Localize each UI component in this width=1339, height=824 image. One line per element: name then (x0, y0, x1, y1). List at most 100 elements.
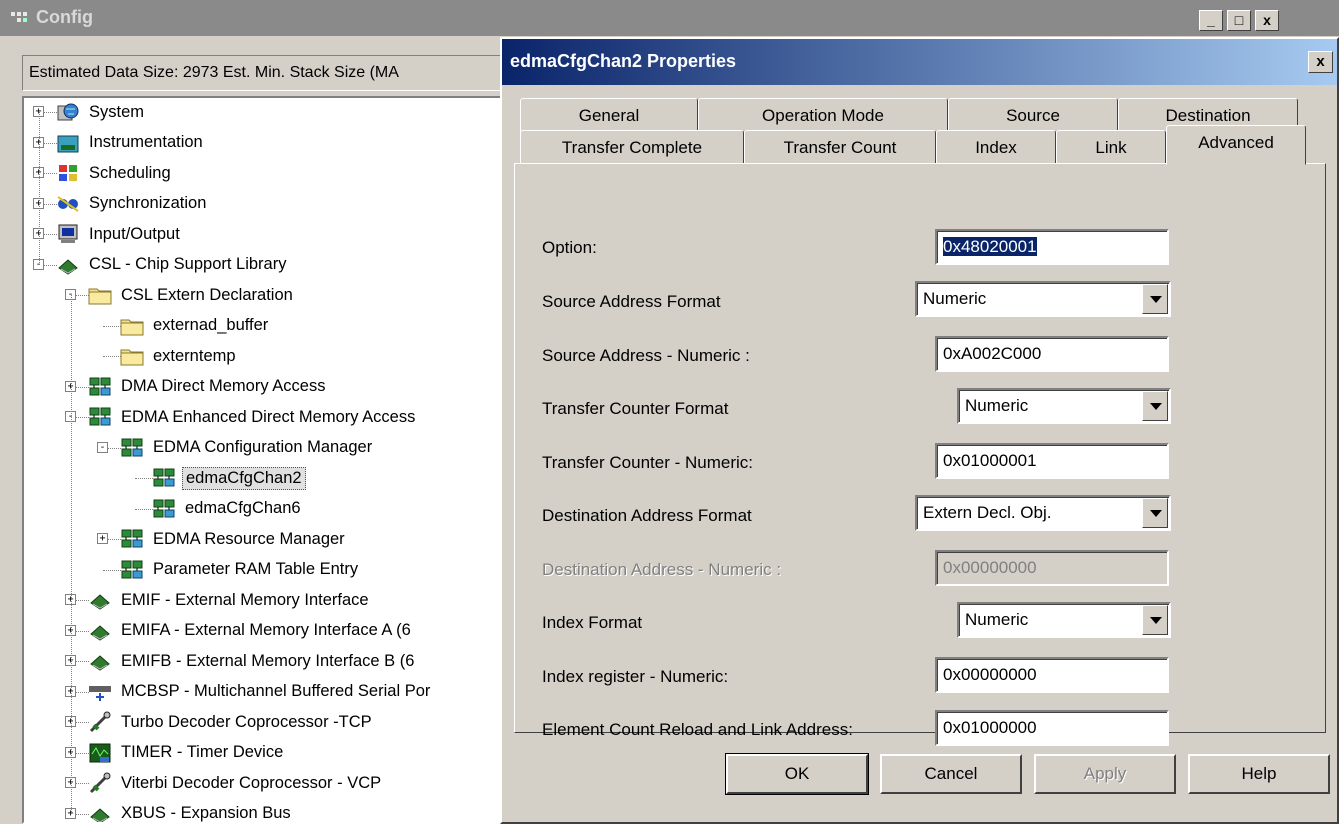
chevron-down-icon[interactable] (1142, 498, 1168, 528)
chevron-down-icon[interactable] (1142, 391, 1168, 421)
source-address-numeric-label: Source Address - Numeric : (542, 346, 750, 365)
destination-address-format-select[interactable]: Extern Decl. Obj. (915, 495, 1171, 531)
tree-item[interactable]: EDMA Configuration Manager (120, 434, 375, 462)
tree-item[interactable]: CSL Extern Declaration (88, 281, 296, 309)
tree-item-label: Scheduling (89, 163, 171, 182)
tree-item-label: externtemp (153, 346, 236, 365)
tree-connector (135, 508, 153, 510)
tree-item[interactable]: XBUS - Expansion Bus (88, 800, 294, 822)
module-icon (88, 406, 112, 428)
expand-icon[interactable]: + (97, 533, 108, 544)
tree-item[interactable]: externad_buffer (120, 312, 271, 340)
tree-item[interactable]: Scheduling (56, 159, 174, 187)
index-register-numeric-label: Index register - Numeric: (542, 667, 729, 686)
tree-item[interactable]: EMIF - External Memory Interface (88, 586, 372, 614)
tree-item[interactable]: Input/Output (56, 220, 183, 248)
chip-icon (88, 620, 112, 642)
tab-operation-mode[interactable]: Operation Mode (698, 98, 948, 134)
dialog-title-bar[interactable]: edmaCfgChan2 Properties x (502, 39, 1337, 85)
tree-item-label: edmaCfgChan6 (185, 499, 301, 517)
transfer-counter-format-label: Transfer Counter Format (542, 399, 729, 418)
config-title-bar[interactable]: Config _ □ x (0, 0, 1339, 36)
source-address-format-label: Source Address Format (542, 292, 721, 311)
config-app-icon (11, 12, 27, 22)
tree-item[interactable]: EMIFA - External Memory Interface A (6 (88, 617, 414, 645)
tree-item-label: EDMA Enhanced Direct Memory Access (121, 407, 416, 426)
tab-index[interactable]: Index (936, 130, 1056, 166)
module-icon (120, 559, 144, 581)
satellite-icon (88, 772, 112, 794)
tab-transfer-count[interactable]: Transfer Count (744, 130, 936, 166)
source-address-format-value: Numeric (923, 289, 987, 308)
tree-item-label: Input/Output (89, 224, 180, 243)
chevron-down-icon[interactable] (1142, 284, 1168, 314)
dialog-close-button[interactable]: x (1308, 51, 1333, 73)
tab-transfer-complete[interactable]: Transfer Complete (520, 130, 744, 166)
ok-button[interactable]: OK (725, 753, 869, 795)
chip-icon (88, 803, 112, 822)
tree-item-label: TIMER - Timer Device (121, 743, 284, 761)
tree-item-label: EMIFA - External Memory Interface A (6 (121, 621, 411, 639)
tree-item-label: Synchronization (89, 194, 207, 212)
tree-item[interactable]: externtemp (120, 342, 239, 370)
tab-link[interactable]: Link (1056, 130, 1166, 166)
advanced-tab-panel: Option: 0x48020001 Source Address Format… (514, 163, 1326, 746)
config-window-title: Config (36, 7, 93, 27)
tree-item[interactable]: EDMA Enhanced Direct Memory Access (88, 403, 418, 431)
scheduling-icon (56, 162, 80, 184)
destination-address-numeric-input: 0x00000000 (935, 550, 1169, 586)
tree-item[interactable]: EMIFB - External Memory Interface B (6 (88, 647, 417, 675)
index-format-value: Numeric (965, 610, 1029, 629)
dialog-title: edmaCfgChan2 Properties (510, 51, 737, 71)
tree-item[interactable]: edmaCfgChan6 (152, 495, 304, 523)
transfer-counter-numeric-input[interactable]: 0x01000001 (935, 443, 1169, 479)
tree-item-label: EDMA Configuration Manager (153, 438, 373, 456)
index-register-numeric-input[interactable]: 0x00000000 (935, 657, 1169, 693)
transfer-counter-format-select[interactable]: Numeric (957, 388, 1171, 424)
tab-advanced[interactable]: Advanced (1166, 125, 1306, 165)
tree-item[interactable]: MCBSP - Multichannel Buffered Serial Por (88, 678, 433, 706)
tree-item[interactable]: EDMA Resource Manager (120, 525, 348, 553)
tree-item[interactable]: edmaCfgChan2 (152, 464, 306, 492)
tree-item-label: Turbo Decoder Coprocessor -TCP (121, 712, 372, 731)
tree-item[interactable]: CSL - Chip Support Library (56, 251, 289, 279)
satellite-icon (88, 711, 112, 733)
tab-source[interactable]: Source (948, 98, 1118, 134)
element-count-reload-input[interactable]: 0x01000000 (935, 710, 1169, 746)
source-address-format-select[interactable]: Numeric (915, 281, 1171, 317)
index-format-select[interactable]: Numeric (957, 602, 1171, 638)
tree-item-label: EMIF - External Memory Interface (121, 590, 369, 609)
collapse-icon[interactable]: - (97, 441, 108, 453)
option-input[interactable]: 0x48020001 (935, 229, 1169, 265)
help-button[interactable]: Help (1188, 754, 1330, 794)
tree-view[interactable]: + System + Instrumentation + Scheduling + Synch… (22, 96, 520, 824)
destination-address-format-label: Destination Address Format (542, 506, 752, 525)
tree-item-label: CSL Extern Declaration (121, 285, 293, 304)
tree-item[interactable]: DMA Direct Memory Access (88, 373, 328, 401)
timer-icon (88, 742, 112, 764)
destination-address-format-value: Extern Decl. Obj. (923, 503, 1052, 522)
tree-item-label: CSL - Chip Support Library (89, 255, 287, 273)
tree-item[interactable]: System (56, 98, 147, 126)
tree-item[interactable]: Viterbi Decoder Coprocessor - VCP (88, 769, 384, 797)
tab-general[interactable]: General (520, 98, 698, 134)
tree-item[interactable]: Synchronization (56, 190, 209, 218)
tree-connector (135, 478, 153, 479)
transfer-counter-numeric-label: Transfer Counter - Numeric: (542, 453, 753, 472)
cancel-button[interactable]: Cancel (880, 754, 1022, 794)
config-close-button[interactable]: x (1255, 10, 1279, 31)
maximize-button[interactable]: □ (1227, 10, 1251, 31)
tree-item[interactable]: TIMER - Timer Device (88, 739, 286, 767)
tree-connector (103, 325, 121, 327)
module-icon (152, 498, 176, 520)
tree-item-label: Instrumentation (89, 133, 203, 151)
minimize-button[interactable]: _ (1199, 10, 1223, 31)
tree-connector (103, 356, 121, 357)
chevron-down-icon[interactable] (1142, 605, 1168, 635)
tree-item[interactable]: Instrumentation (56, 129, 206, 157)
tree-item-label: EDMA Resource Manager (153, 529, 345, 548)
tree-item[interactable]: Parameter RAM Table Entry (120, 556, 361, 584)
folder-icon (120, 315, 144, 337)
source-address-numeric-input[interactable]: 0xA002C000 (935, 336, 1169, 372)
tree-item[interactable]: Turbo Decoder Coprocessor -TCP (88, 708, 375, 736)
